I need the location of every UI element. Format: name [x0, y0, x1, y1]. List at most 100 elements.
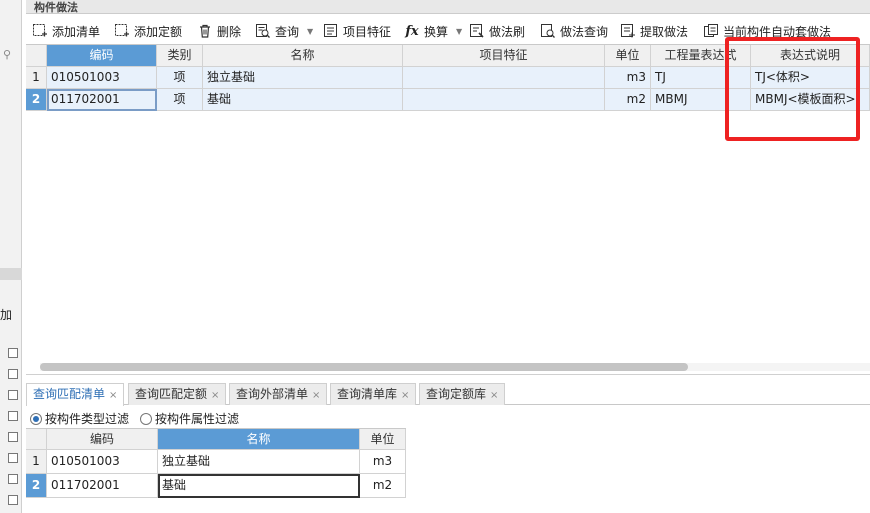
- item-feature-icon: [323, 23, 339, 39]
- tab-label: 查询定额库: [426, 387, 487, 401]
- delete-label: 删除: [217, 24, 242, 39]
- tab-label: 查询外部清单: [236, 387, 309, 401]
- left-checkbox[interactable]: [8, 474, 18, 484]
- function-fx-icon: fx: [405, 23, 419, 39]
- close-icon[interactable]: ×: [312, 390, 320, 401]
- row-number-header: [26, 45, 47, 67]
- close-icon[interactable]: ×: [490, 390, 498, 401]
- query-tab-strip: 查询匹配清单 × 查询匹配定额 × 查询外部清单 × 查询清单库 × 查询定额库 ×: [26, 381, 870, 406]
- table-row[interactable]: 2 011702001 基础 m2: [26, 474, 406, 498]
- add-list-label: 添加清单: [52, 24, 101, 39]
- add-quota-button[interactable]: 添加定额: [114, 21, 182, 41]
- radio-selected-icon[interactable]: [30, 412, 42, 425]
- convert-button[interactable]: fx 换算 ▼: [404, 21, 462, 41]
- item-feature-label: 项目特征: [343, 24, 392, 39]
- method-brush-icon: [469, 23, 485, 39]
- column-header-code[interactable]: 编码: [47, 429, 158, 450]
- filter-bar: 按构件类型过滤 按构件属性过滤: [26, 406, 870, 428]
- column-header-unit[interactable]: 单位: [360, 429, 406, 450]
- filter-by-type-radio[interactable]: 按构件类型过滤: [30, 410, 129, 427]
- column-header-feature[interactable]: 项目特征: [403, 45, 605, 67]
- filter-by-type-label: 按构件类型过滤: [45, 412, 130, 426]
- table-row[interactable]: 1 010501003 独立基础 m3: [26, 450, 406, 474]
- cell-code[interactable]: 011702001: [47, 474, 158, 498]
- cell-unit[interactable]: m2: [360, 474, 406, 498]
- delete-button[interactable]: 删除: [197, 21, 241, 41]
- column-header-unit[interactable]: 单位: [605, 45, 651, 67]
- left-checkbox[interactable]: [8, 432, 18, 442]
- left-checkbox[interactable]: [8, 453, 18, 463]
- highlight-annotation-box: [725, 37, 860, 141]
- match-grid: 编码 名称 单位 1 010501003 独立基础 m3 2 011702001…: [26, 428, 406, 500]
- row-number[interactable]: 1: [26, 450, 47, 474]
- radio-unselected-icon[interactable]: [140, 412, 152, 425]
- column-header-name[interactable]: 名称: [158, 429, 360, 450]
- tab-label: 查询匹配清单: [33, 387, 106, 401]
- chevron-down-icon[interactable]: ▼: [307, 27, 313, 36]
- method-brush-button[interactable]: 做法刷: [469, 21, 525, 41]
- cell-type[interactable]: 项: [157, 89, 203, 111]
- cell-unit[interactable]: m3: [605, 67, 651, 89]
- column-header-type[interactable]: 类别: [157, 45, 203, 67]
- left-panel-divider: [0, 268, 22, 280]
- cell-name[interactable]: 基础: [203, 89, 403, 111]
- cell-type[interactable]: 项: [157, 67, 203, 89]
- method-brush-label: 做法刷: [489, 24, 526, 39]
- chevron-down-icon[interactable]: ▼: [456, 27, 462, 36]
- cell-name[interactable]: 独立基础: [158, 450, 360, 474]
- query-button[interactable]: 查询 ▼: [255, 21, 313, 41]
- panel-title: 构件做法: [34, 1, 78, 14]
- left-checkbox[interactable]: [8, 495, 18, 505]
- extract-method-label: 提取做法: [640, 24, 689, 39]
- tab-query-list-library[interactable]: 查询清单库 ×: [330, 383, 417, 405]
- extract-method-button[interactable]: 提取做法: [620, 21, 688, 41]
- query-icon: [255, 23, 271, 39]
- left-checkbox[interactable]: [8, 348, 18, 358]
- trash-icon: [197, 23, 213, 39]
- cell-unit[interactable]: m2: [605, 89, 651, 111]
- left-checkbox[interactable]: [8, 411, 18, 421]
- close-icon[interactable]: ×: [109, 390, 117, 401]
- tab-query-external-list[interactable]: 查询外部清单 ×: [229, 383, 328, 405]
- column-header-name[interactable]: 名称: [203, 45, 403, 67]
- cell-feature[interactable]: [403, 67, 605, 89]
- cell-unit[interactable]: m3: [360, 450, 406, 474]
- tab-query-quota-library[interactable]: 查询定额库 ×: [419, 383, 506, 405]
- tab-query-match-list[interactable]: 查询匹配清单 ×: [26, 383, 125, 406]
- row-number[interactable]: 2: [26, 89, 47, 111]
- filter-by-attr-label: 按构件属性过滤: [155, 412, 240, 426]
- search-icon[interactable]: ⚲: [3, 48, 11, 61]
- horizontal-scrollbar-thumb[interactable]: [40, 363, 688, 371]
- filter-by-attr-radio[interactable]: 按构件属性过滤: [140, 410, 239, 427]
- tab-label: 查询匹配定额: [135, 387, 208, 401]
- cell-code[interactable]: 011702001: [47, 89, 157, 111]
- add-list-icon: [32, 23, 48, 39]
- query-label: 查询: [275, 24, 300, 39]
- tab-query-match-quota[interactable]: 查询匹配定额 ×: [128, 383, 227, 405]
- panel-title-bar: 构件做法: [26, 0, 870, 14]
- left-checkbox[interactable]: [8, 369, 18, 379]
- row-number-header: [26, 429, 47, 450]
- cell-name[interactable]: 基础: [158, 474, 360, 498]
- extract-method-icon: [620, 23, 636, 39]
- item-feature-button[interactable]: 项目特征: [323, 21, 391, 41]
- auto-assign-icon: [703, 23, 719, 39]
- close-icon[interactable]: ×: [401, 390, 409, 401]
- close-icon[interactable]: ×: [211, 390, 219, 401]
- method-query-icon: [540, 23, 556, 39]
- method-query-button[interactable]: 做法查询: [540, 21, 608, 41]
- pane-splitter[interactable]: [26, 374, 870, 375]
- row-number[interactable]: 2: [26, 474, 47, 498]
- column-header-code[interactable]: 编码: [47, 45, 157, 67]
- cell-code[interactable]: 010501003: [47, 67, 157, 89]
- left-panel-add-label: 加: [0, 308, 13, 322]
- cell-feature[interactable]: [403, 89, 605, 111]
- row-number[interactable]: 1: [26, 67, 47, 89]
- left-checkbox[interactable]: [8, 390, 18, 400]
- cell-name[interactable]: 独立基础: [203, 67, 403, 89]
- add-list-button[interactable]: 添加清单: [32, 21, 100, 41]
- cell-code[interactable]: 010501003: [47, 450, 158, 474]
- convert-label: 换算: [424, 24, 449, 39]
- add-quota-icon: [114, 23, 130, 39]
- method-query-label: 做法查询: [560, 24, 609, 39]
